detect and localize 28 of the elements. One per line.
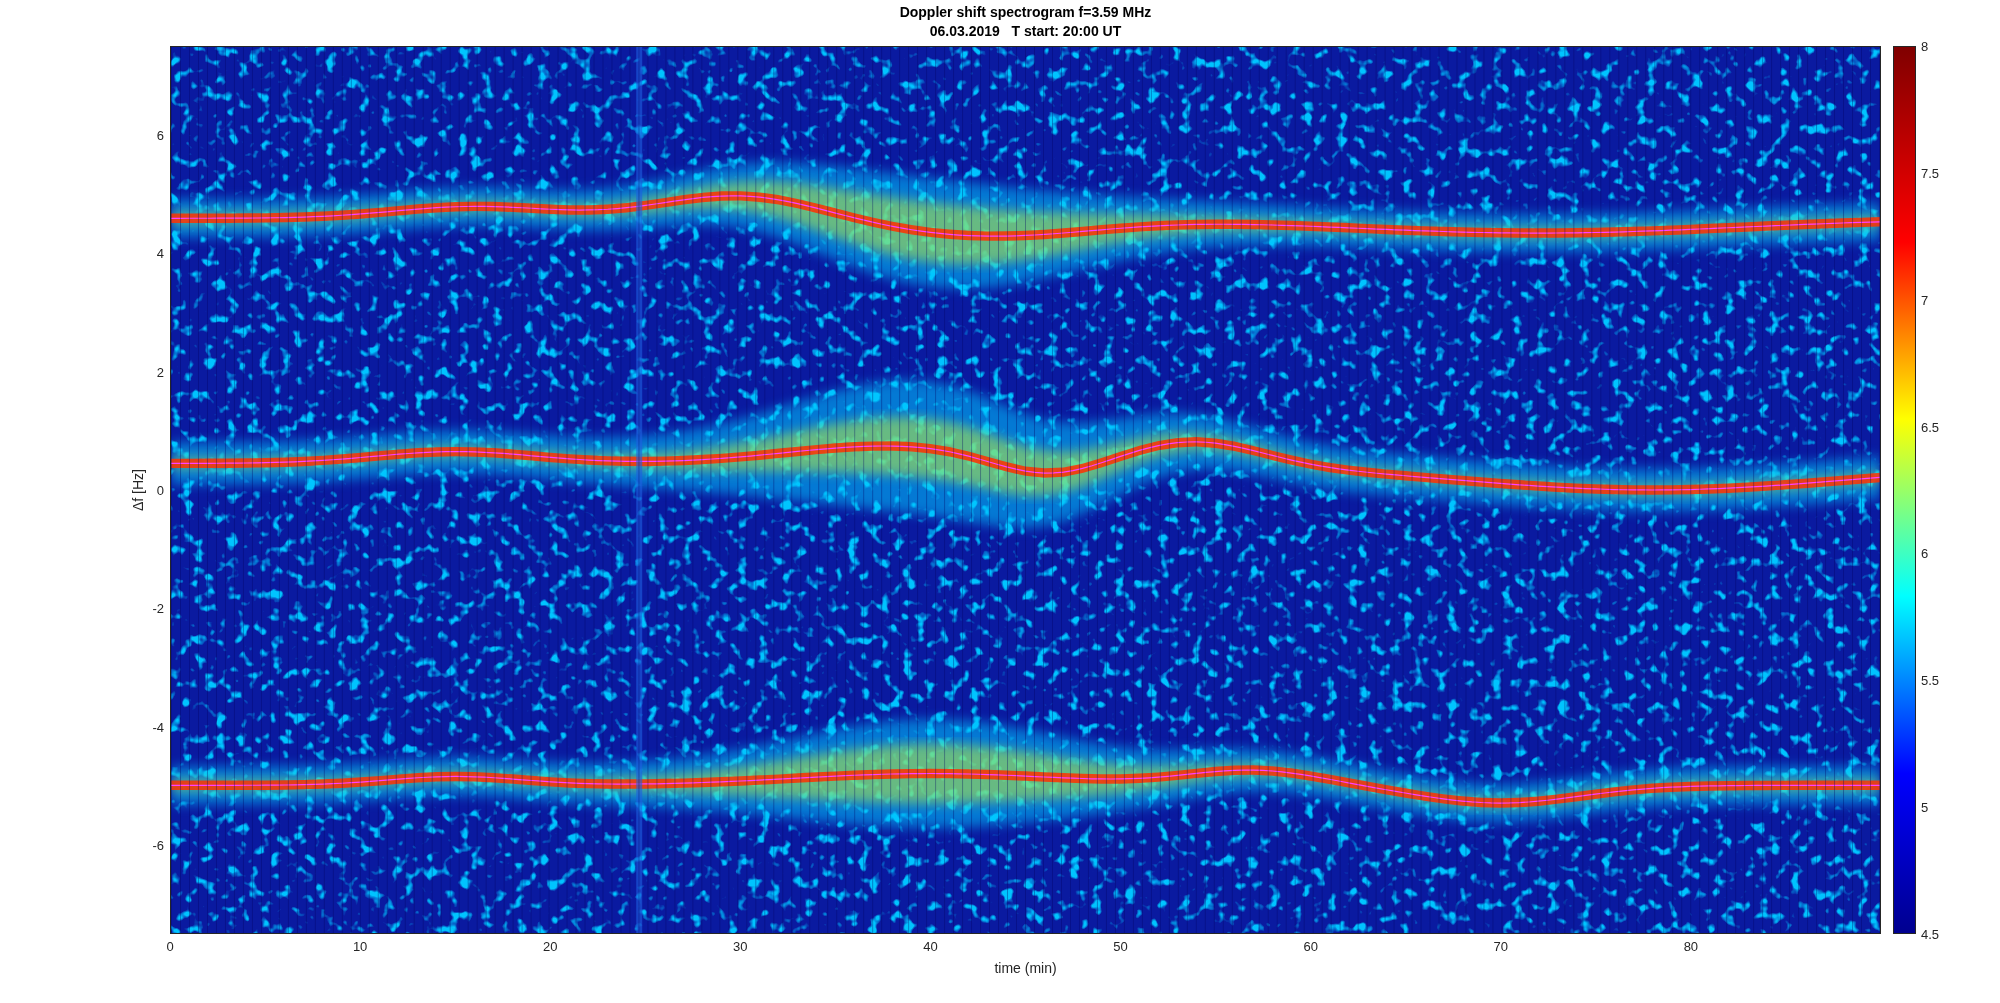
x-tick-label: 70 (1493, 939, 1508, 954)
x-tick-label: 0 (166, 939, 174, 954)
colorbar-tick-label: 6.5 (1921, 419, 1940, 435)
y-tick-label: -6 (152, 837, 164, 853)
y-axis-label: Δf [Hz] (130, 469, 146, 511)
x-tick-label: 50 (1113, 939, 1128, 954)
colorbar-tick-label: 8 (1921, 38, 1929, 54)
colorbar-tick-label: 4.5 (1921, 926, 1940, 942)
colorbar-tick-label: 5.5 (1921, 672, 1940, 688)
y-tick-label: -2 (152, 600, 164, 616)
y-tick-label: 0 (156, 482, 164, 498)
x-tick-label: 60 (1303, 939, 1318, 954)
colorbar-tick-label: 5 (1921, 799, 1929, 815)
x-tick-label: 10 (352, 939, 368, 954)
y-tick-label: 2 (156, 364, 164, 380)
colorbar-tick-label: 7 (1921, 292, 1929, 308)
colorbar-tick-label: 7.5 (1921, 165, 1940, 181)
y-tick-label: 6 (156, 127, 164, 143)
y-tick-label: -4 (152, 719, 164, 735)
y-tick-label: 4 (156, 245, 164, 261)
x-tick-label: 80 (1683, 939, 1699, 954)
chart-title: Doppler shift spectrogram f=3.59 MHz (899, 3, 1152, 22)
x-tick-label: 30 (733, 939, 748, 954)
x-tick-label: 40 (923, 939, 938, 954)
chart-subtitle: 06.03.2019 T start: 20:00 UT (929, 22, 1122, 41)
x-tick-label: 20 (543, 939, 558, 954)
colorbar-tick-label: 6 (1921, 545, 1929, 561)
x-axis-label: time (min) (994, 960, 1057, 976)
